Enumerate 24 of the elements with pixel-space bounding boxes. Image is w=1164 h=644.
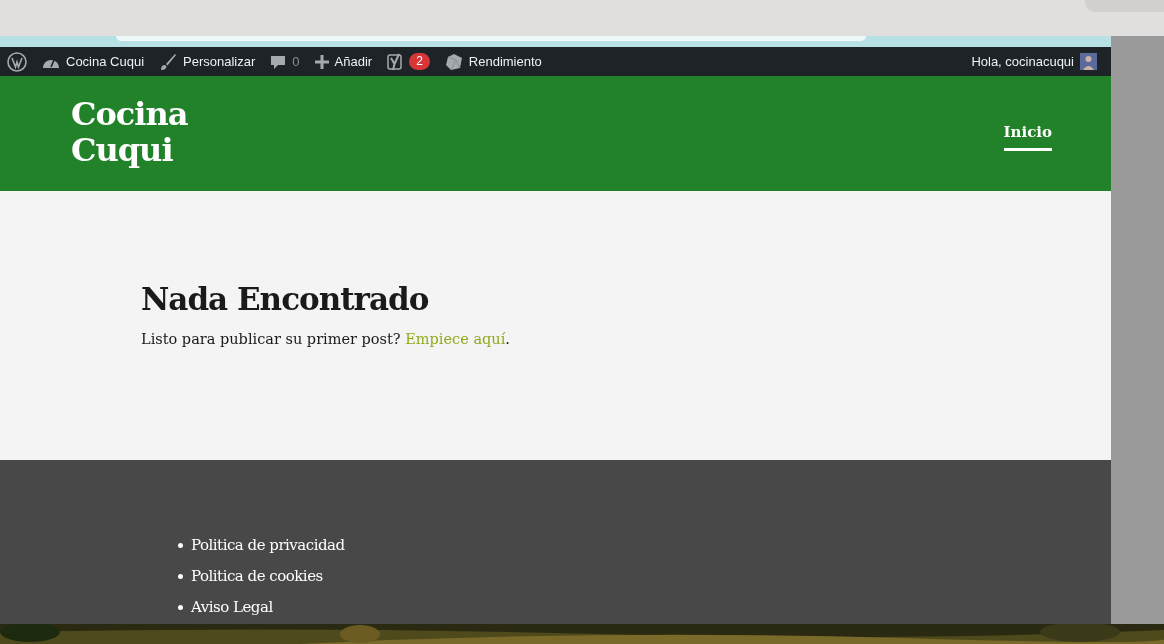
footer-link[interactable]: Politica de cookies — [191, 565, 323, 588]
greeting-link[interactable]: Hola, cocinacuqui — [971, 51, 1074, 72]
speech-bubble-icon — [270, 53, 287, 70]
notification-count: 2 — [409, 53, 430, 70]
bullet-icon — [178, 574, 183, 579]
cube-icon — [444, 52, 463, 71]
admin-bar-link[interactable]: 0 — [292, 51, 300, 72]
y-logo-icon — [387, 52, 404, 71]
plus-icon — [314, 54, 329, 69]
page-heading: Nada Encontrado — [141, 280, 430, 319]
admin-bar-link[interactable]: Añadir — [334, 51, 373, 72]
footer-link[interactable]: Politica de privacidad — [191, 534, 345, 557]
brush-icon — [159, 52, 178, 71]
nav-link[interactable]: Inicio — [1003, 121, 1052, 151]
admin-bar-link[interactable]: Personalizar — [183, 51, 256, 72]
site-title[interactable]: Cocina Cuqui — [71, 96, 188, 168]
admin-bar-link[interactable]: Cocina Cuqui — [66, 51, 145, 72]
avatar[interactable] — [1080, 53, 1097, 70]
admin-bar-link[interactable]: Rendimiento — [468, 51, 542, 72]
footer-link[interactable]: Aviso Legal — [191, 596, 273, 619]
bullet-icon — [178, 605, 183, 610]
bullet-icon — [178, 543, 183, 548]
wordpress-logo-icon[interactable] — [7, 51, 27, 72]
intro-text: Listo para publicar su primer post? Empiece aquí. — [141, 330, 511, 349]
